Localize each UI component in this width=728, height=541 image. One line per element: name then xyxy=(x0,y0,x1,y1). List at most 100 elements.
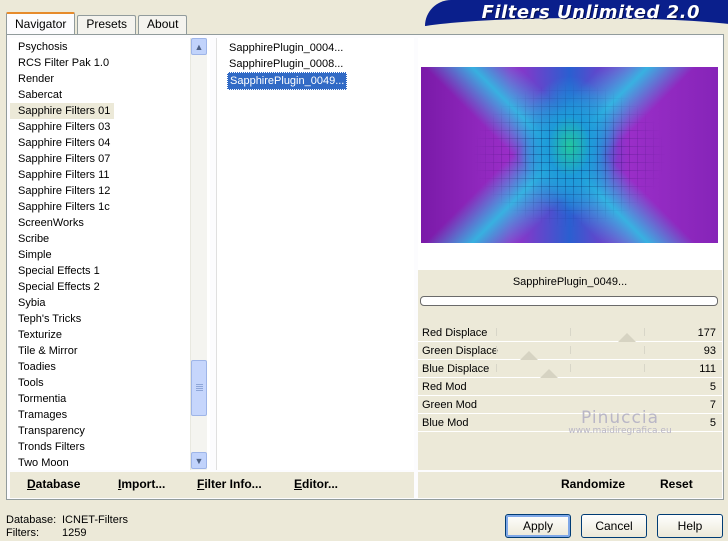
slider-tick xyxy=(570,328,571,336)
param-red-displace[interactable]: Red Displace 177 xyxy=(418,324,722,342)
category-item[interactable]: Sapphire Filters 07 xyxy=(10,151,210,167)
category-item-label: Tools xyxy=(18,377,44,389)
slider-thumb-icon[interactable] xyxy=(618,333,636,342)
tab-about[interactable]: About xyxy=(138,15,188,34)
import-button[interactable]: Import... xyxy=(118,477,165,491)
category-item-label: Render xyxy=(18,73,55,85)
category-item[interactable]: Sapphire Filters 01 xyxy=(10,103,210,119)
category-item-label: Texturize xyxy=(18,329,63,341)
editor-button[interactable]: Editor... xyxy=(294,477,338,491)
param-value: 5 xyxy=(709,417,716,429)
param-value: 7 xyxy=(709,399,716,411)
category-item[interactable]: Teph's Tricks xyxy=(10,311,210,327)
category-item-label: Simple xyxy=(18,249,52,261)
category-item[interactable]: Tile & Mirror xyxy=(10,343,210,359)
category-item[interactable]: Tramages xyxy=(10,407,210,423)
slider-tick xyxy=(570,364,571,372)
category-item[interactable]: Transparency xyxy=(10,423,210,439)
cancel-button[interactable]: Cancel xyxy=(581,514,647,538)
category-item[interactable]: Texturize xyxy=(10,327,210,343)
category-item-label: Special Effects 1 xyxy=(18,265,100,277)
tab-presets[interactable]: Presets xyxy=(77,15,137,34)
category-item-label: Tile & Mirror xyxy=(18,345,78,357)
parameter-toolbar: Randomize Reset xyxy=(418,472,722,498)
category-item[interactable]: Tools xyxy=(10,375,210,391)
category-item-label: Sapphire Filters 03 xyxy=(18,121,111,133)
filter-item[interactable]: SapphirePlugin_0008... xyxy=(217,56,414,72)
filter-list[interactable]: SapphirePlugin_0004... SapphirePlugin_00… xyxy=(216,38,414,470)
param-red-mod[interactable]: Red Mod 5 xyxy=(418,378,722,396)
category-item[interactable]: Sapphire Filters 11 xyxy=(10,167,210,183)
preview-panel: SapphirePlugin_0049... Red Displace 177 … xyxy=(418,38,722,470)
category-item[interactable]: Scribe xyxy=(10,231,210,247)
database-label: Database: xyxy=(6,514,57,526)
category-item-label: Tormentia xyxy=(18,393,67,405)
preview-image xyxy=(421,67,718,243)
category-item[interactable]: Simple xyxy=(10,247,210,263)
category-scrollbar[interactable]: ▲ ▼ xyxy=(190,38,207,470)
category-item-label: Teph's Tricks xyxy=(18,313,82,325)
bottom-toolbar: Database Import... Filter Info... Editor… xyxy=(10,472,414,498)
randomize-button[interactable]: Randomize xyxy=(561,477,625,491)
slider-tick xyxy=(644,364,645,372)
category-item[interactable]: Two Moon xyxy=(10,455,210,470)
slider-tick xyxy=(644,328,645,336)
category-item-label: Sapphire Filters 11 xyxy=(18,169,110,181)
category-item-label: Tronds Filters xyxy=(18,441,85,453)
tab-bar: Navigator Presets About xyxy=(6,12,189,34)
filter-item-selected[interactable]: SapphirePlugin_0049... xyxy=(217,72,414,90)
category-item-label: Tramages xyxy=(18,409,68,421)
progress-bar xyxy=(420,296,718,306)
category-item-label: Sapphire Filters 01 xyxy=(10,103,115,119)
reset-button[interactable]: Reset xyxy=(660,477,693,491)
category-item[interactable]: Sapphire Filters 1c xyxy=(10,199,210,215)
apply-button[interactable]: Apply xyxy=(505,514,571,538)
slider-tick xyxy=(570,346,571,354)
scroll-up-arrow-icon[interactable]: ▲ xyxy=(191,38,207,55)
category-list[interactable]: Psychosis RCS Filter Pak 1.0 Render Saberca… xyxy=(10,38,210,470)
category-item-label: ScreenWorks xyxy=(18,217,84,229)
category-item[interactable]: Sapphire Filters 12 xyxy=(10,183,210,199)
category-item[interactable]: Psychosis xyxy=(10,39,210,55)
category-item-label: Sapphire Filters 1c xyxy=(18,201,110,213)
category-item-label: Sybia xyxy=(18,297,46,309)
category-item[interactable]: Special Effects 2 xyxy=(10,279,210,295)
category-item-label: RCS Filter Pak 1.0 xyxy=(18,57,110,69)
database-button[interactable]: Database xyxy=(27,477,80,491)
param-value: 111 xyxy=(699,363,716,375)
slider-thumb-icon[interactable] xyxy=(520,351,538,360)
category-item[interactable]: Sapphire Filters 03 xyxy=(10,119,210,135)
category-item[interactable]: Sapphire Filters 04 xyxy=(10,135,210,151)
category-item[interactable]: Sabercat xyxy=(10,87,210,103)
category-item[interactable]: Sybia xyxy=(10,295,210,311)
slider-thumb-icon[interactable] xyxy=(540,369,558,378)
param-value: 177 xyxy=(697,327,716,339)
category-item-label: Sapphire Filters 04 xyxy=(18,137,111,149)
param-blue-displace[interactable]: Blue Displace 111 xyxy=(418,360,722,378)
database-info: Database: ICNET-Filters Filters: 1259 xyxy=(6,514,128,540)
category-item[interactable]: RCS Filter Pak 1.0 xyxy=(10,55,210,71)
slider-tick xyxy=(496,328,497,336)
category-item[interactable]: Tormentia xyxy=(10,391,210,407)
database-value: ICNET-Filters xyxy=(62,514,128,526)
category-item[interactable]: ScreenWorks xyxy=(10,215,210,231)
category-item[interactable]: Special Effects 1 xyxy=(10,263,210,279)
param-label: Red Mod xyxy=(422,381,467,393)
scroll-down-arrow-icon[interactable]: ▼ xyxy=(191,452,207,469)
help-button[interactable]: Help xyxy=(657,514,723,538)
tab-navigator[interactable]: Navigator xyxy=(6,12,76,34)
category-item-label: Scribe xyxy=(18,233,50,245)
category-item[interactable]: Render xyxy=(10,71,210,87)
category-item[interactable]: Toadies xyxy=(10,359,210,375)
category-item[interactable]: Tronds Filters xyxy=(10,439,210,455)
scrollbar-thumb[interactable] xyxy=(191,360,207,416)
category-item-label: Special Effects 2 xyxy=(18,281,100,293)
param-green-displace[interactable]: Green Displace 93 xyxy=(418,342,722,360)
slider-tick xyxy=(644,346,645,354)
param-label: Blue Displace xyxy=(422,363,490,375)
filter-item-label: SapphirePlugin_0049... xyxy=(227,72,348,90)
category-item-label: Psychosis xyxy=(18,41,68,53)
filter-item[interactable]: SapphirePlugin_0004... xyxy=(217,40,414,56)
param-value: 5 xyxy=(709,381,716,393)
filter-info-button[interactable]: Filter Info... xyxy=(197,477,262,491)
